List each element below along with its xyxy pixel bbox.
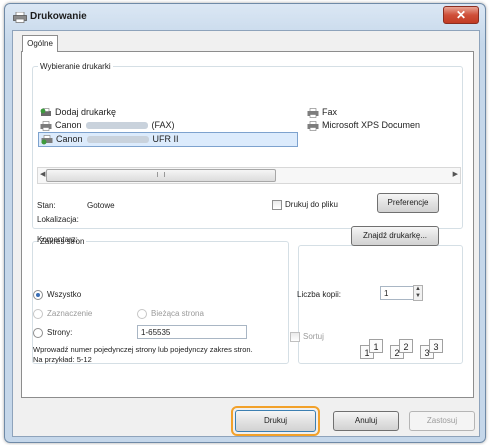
range-all-radio[interactable] [33,290,43,300]
collate-page-number: 1 [373,342,379,352]
collate-label: Sortuj [303,332,324,341]
apply-button[interactable]: Zastosuj [409,411,475,431]
collate-page-number: 3 [433,342,439,352]
range-selection-label: Zaznaczenie [47,309,93,318]
range-current-page-label: Bieżąca strona [151,309,204,318]
range-selection-radio[interactable] [33,309,43,319]
redacted-model [86,136,149,144]
range-hint: Wprowadź numer pojedynczej strony lub po… [33,345,253,364]
printer-name: Canon [56,134,83,144]
printer-item-add[interactable]: Dodaj drukarkę [40,106,116,119]
printer-list-scrollbar[interactable]: ◀ ▶ [37,167,461,184]
scroll-left-icon[interactable]: ◀ [40,170,45,178]
collate-checkbox[interactable] [290,332,300,342]
print-to-file-label: Drukuj do pliku [285,200,338,209]
close-button[interactable]: ✕ [443,6,479,24]
printer-item-canon-ufr-selected[interactable]: Canon UFR II [38,132,298,147]
range-pages-radio[interactable] [33,328,43,338]
printer-icon [13,12,27,23]
printer-name: Canon [55,120,82,130]
redacted-model [85,122,148,130]
scrollbar-thumb[interactable] [46,169,276,182]
collate-page: 3 [429,339,443,353]
scroll-right-icon[interactable]: ▶ [453,170,458,178]
status-value: Gotowe [87,201,115,210]
printer-name: Fax [322,107,338,117]
find-printer-button[interactable]: Znajdź drukarkę... [351,226,439,246]
cancel-button[interactable]: Anuluj [333,411,399,431]
printer-group-legend: Wybieranie drukarki [40,62,111,71]
printer-name: Dodaj drukarkę [55,107,117,117]
printer-item-canon-fax[interactable]: Canon (FAX) [40,119,175,132]
print-button[interactable]: Drukuj [235,410,316,432]
preferences-button[interactable]: Preferencje [377,193,439,213]
window-title: Drukowanie [30,11,87,22]
comment-label: Komentarz: [37,235,78,244]
add-printer-icon [40,107,51,116]
close-icon: ✕ [455,8,467,22]
copies-input[interactable]: 1 [380,286,414,300]
printer-icon [40,120,52,131]
range-current-page-radio[interactable] [137,309,147,319]
fax-icon [307,107,319,118]
printer-item-fax[interactable]: Fax [307,106,337,119]
collate-page-number: 2 [403,342,409,352]
pages-input[interactable]: 1-65535 [137,325,247,339]
location-label: Lokalizacja: [37,215,79,224]
printer-icon [307,120,319,131]
printer-suffix: (FAX) [151,120,175,130]
copies-label: Liczba kopii: [297,290,342,299]
printer-item-xps[interactable]: Microsoft XPS Documen [307,119,420,132]
collate-page: 2 [399,339,413,353]
status-label: Stan: [37,201,56,210]
range-pages-label: Strony: [47,328,73,337]
title-bar[interactable]: Drukowanie ✕ [5,4,485,30]
printer-suffix: UFR II [152,134,179,144]
default-printer-icon [41,134,53,145]
copies-stepper[interactable]: ▲ ▼ [413,285,423,301]
print-to-file-checkbox[interactable] [272,200,282,210]
tab-general[interactable]: Ogólne [22,35,58,52]
printer-name: Microsoft XPS Documen [322,120,421,130]
collate-page: 1 [369,339,383,353]
range-all-label: Wszystko [47,290,82,299]
